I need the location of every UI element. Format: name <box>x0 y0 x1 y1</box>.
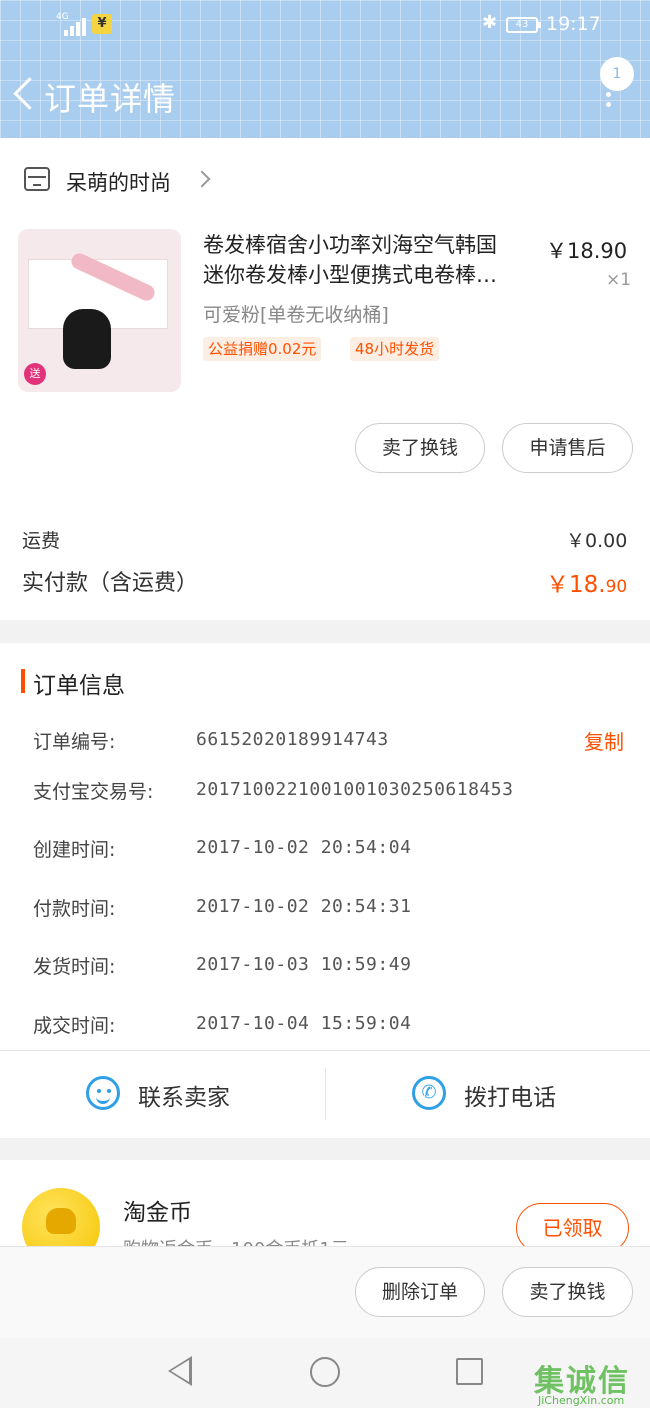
paid-time-label: 付款时间: <box>33 898 116 920</box>
sell-for-cash-bottom-button[interactable]: 卖了换钱 <box>502 1267 633 1317</box>
shop-icon <box>24 167 50 191</box>
coins-claimed-button[interactable]: 已领取 <box>516 1203 629 1246</box>
after-sale-button[interactable]: 申请售后 <box>502 423 633 473</box>
paid-amount-value: ￥18.90 <box>546 565 627 599</box>
signal-icon <box>56 14 88 36</box>
nav-home-icon[interactable] <box>310 1357 340 1387</box>
shop-name: 呆萌的时尚 <box>66 171 171 195</box>
created-time-label: 创建时间: <box>33 839 116 861</box>
call-phone-button[interactable]: ✆ 拨打电话 <box>412 1066 650 1124</box>
product-title[interactable]: 卷发棒宿舍小功率刘海空气韩国 迷你卷发棒小型便携式电卷棒… <box>203 230 538 290</box>
watermark: 集诚信 JiChengXin.com <box>534 1356 650 1408</box>
bluetooth-icon: ✱ <box>482 12 498 33</box>
nav-recents-icon[interactable] <box>456 1358 483 1385</box>
contact-seller-button[interactable]: 联系卖家 <box>86 1066 336 1124</box>
nav-back-icon[interactable] <box>168 1356 192 1386</box>
completed-time-label: 成交时间: <box>33 1015 116 1037</box>
product-image[interactable]: 送 <box>18 229 181 392</box>
back-button[interactable] <box>10 76 40 116</box>
coins-subtitle: 购物返金币，100金币抵1元 <box>123 1235 349 1246</box>
notification-badge[interactable]: 1 <box>600 57 634 91</box>
shipping-fee-value: ￥0.00 <box>566 530 628 552</box>
paid-amount-main: ￥18. <box>546 572 606 598</box>
paid-amount-cents: 90 <box>605 577 628 597</box>
divider <box>325 1068 326 1120</box>
coins-card: 淘金币 购物返金币，100金币抵1元 已领取 <box>0 1160 650 1246</box>
product-title-line2: 迷你卷发棒小型便携式电卷棒… <box>203 263 497 287</box>
gift-badge: 送 <box>24 363 46 385</box>
paid-amount-label: 实付款（含运费） <box>22 571 199 596</box>
product-price: ￥18.90 <box>546 239 628 263</box>
more-dot-icon <box>606 92 611 97</box>
alipay-trade-value: 2017100221001001030250618453 <box>196 779 514 800</box>
battery-level: 43 <box>515 19 529 30</box>
paid-time-value: 2017-10-02 20:54:31 <box>196 896 412 917</box>
app-header: 4G ¥ ✱ 43 19:17 订单详情 1 <box>0 0 650 138</box>
sell-for-cash-button[interactable]: 卖了换钱 <box>355 423 485 473</box>
more-dot-icon <box>606 102 611 107</box>
shipped-time-value: 2017-10-03 10:59:49 <box>196 954 412 975</box>
coins-title: 淘金币 <box>123 1200 192 1226</box>
created-time-value: 2017-10-02 20:54:04 <box>196 837 412 858</box>
order-info-title: 订单信息 <box>33 673 125 699</box>
gold-coin-icon <box>22 1188 100 1246</box>
bottom-action-bar: 删除订单 卖了换钱 <box>0 1246 650 1338</box>
order-number-label: 订单编号: <box>33 731 116 753</box>
chevron-right-icon <box>193 170 211 188</box>
divider <box>0 1050 650 1051</box>
contact-seller-label: 联系卖家 <box>138 1085 230 1111</box>
call-phone-label: 拨打电话 <box>464 1085 556 1111</box>
alipay-trade-label: 支付宝交易号: <box>33 781 154 803</box>
product-sku: 可爱粉[单卷无收纳桶] <box>203 304 389 326</box>
battery-icon: 43 <box>506 17 541 33</box>
product-quantity: ×1 <box>606 270 632 290</box>
copy-order-number-button[interactable]: 复制 <box>584 726 624 755</box>
status-bar: 4G ¥ ✱ 43 19:17 <box>0 0 650 50</box>
shipped-time-label: 发货时间: <box>33 956 116 978</box>
section-accent-bar <box>21 669 25 693</box>
shipping-time-tag: 48小时发货 <box>350 337 440 361</box>
payment-notification-icon: ¥ <box>92 14 112 34</box>
product-title-line1: 卷发棒宿舍小功率刘海空气韩国 <box>203 233 497 257</box>
clock: 19:17 <box>546 13 601 35</box>
chat-smile-icon <box>86 1076 120 1110</box>
shop-link[interactable]: 呆萌的时尚 <box>22 163 322 197</box>
glove-graphic <box>63 309 111 369</box>
delete-order-button[interactable]: 删除订单 <box>355 1267 485 1317</box>
watermark-url: JiChengXin.com <box>538 1394 625 1407</box>
order-info-card <box>0 643 650 1138</box>
completed-time-value: 2017-10-04 15:59:04 <box>196 1013 412 1034</box>
phone-icon: ✆ <box>412 1076 446 1110</box>
order-number-value: 66152020189914743 <box>196 729 389 750</box>
shipping-fee-label: 运费 <box>22 530 61 552</box>
page-title: 订单详情 <box>44 80 177 118</box>
charity-tag: 公益捐赠0.02元 <box>203 337 322 361</box>
